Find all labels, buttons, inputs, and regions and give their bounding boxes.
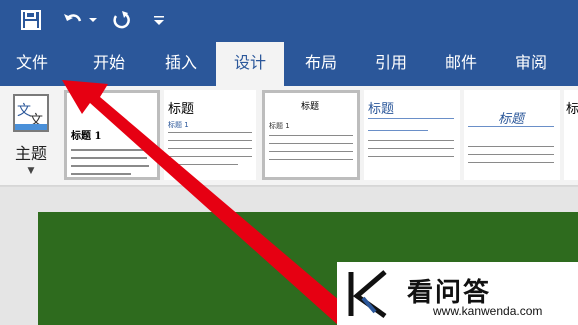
text-line	[368, 156, 454, 157]
text-line	[168, 148, 252, 149]
text-line	[71, 173, 131, 175]
tab-mailings[interactable]: 邮件	[426, 42, 496, 86]
text-line	[468, 162, 554, 163]
save-icon[interactable]	[14, 4, 48, 36]
themes-icon: 文 文	[13, 94, 49, 132]
style-heading: 标题 1	[168, 121, 189, 129]
text-line	[269, 143, 353, 144]
text-line	[168, 140, 252, 141]
text-line	[168, 164, 238, 165]
kanwenda-logo-icon	[348, 270, 387, 319]
redo-icon[interactable]	[106, 4, 136, 36]
style-title: 标题 1	[71, 131, 102, 142]
text-line	[71, 165, 149, 167]
style-title: 标	[566, 102, 578, 117]
customize-icon[interactable]	[148, 4, 170, 36]
text-line	[71, 149, 151, 151]
undo-dropdown-icon[interactable]	[86, 4, 100, 36]
style-heading: 标题 1	[269, 122, 290, 130]
style-set-gallery: 标题 1 标题 标题 1 标题 标题 1 标题 标题 标	[64, 90, 578, 182]
watermark: 看问答 www.kanwenda.com	[337, 262, 578, 325]
chevron-down-icon: ▼	[27, 166, 35, 176]
style-set-item[interactable]: 标题 标题 1	[164, 90, 256, 180]
text-line	[468, 146, 554, 147]
tab-layout[interactable]: 布局	[286, 42, 356, 86]
text-line	[71, 157, 147, 159]
tab-design[interactable]: 设计	[216, 42, 284, 86]
text-line	[368, 118, 454, 119]
tab-home[interactable]: 开始	[74, 42, 144, 86]
style-title: 标题	[498, 112, 525, 127]
text-line	[368, 148, 454, 149]
style-set-item[interactable]: 标题 1	[64, 90, 160, 180]
watermark-url: www.kanwenda.com	[433, 304, 543, 318]
text-line	[168, 156, 252, 157]
text-line	[269, 135, 353, 136]
quick-access-toolbar	[0, 0, 578, 42]
text-line	[368, 130, 428, 131]
style-title: 标题	[168, 102, 195, 117]
style-set-item[interactable]: 标题	[464, 90, 560, 180]
ribbon-tabs: 文件 开始 插入 设计 布局 引用 邮件 审阅	[0, 42, 578, 86]
text-line	[468, 154, 554, 155]
themes-label: 主题	[14, 144, 47, 163]
themes-button[interactable]: 文 文 主题 ▼	[6, 92, 56, 180]
style-title: 标题	[368, 102, 395, 117]
text-line	[269, 159, 353, 160]
text-line	[269, 151, 353, 152]
tab-insert[interactable]: 插入	[146, 42, 216, 86]
style-title: 标题	[301, 102, 320, 112]
undo-icon[interactable]	[58, 4, 88, 36]
tab-review[interactable]: 审阅	[496, 42, 566, 86]
text-line	[168, 132, 252, 133]
style-set-item-selected[interactable]: 标题 标题 1	[262, 90, 360, 180]
style-set-item[interactable]: 标题	[364, 90, 460, 180]
tab-file[interactable]: 文件	[0, 42, 64, 86]
ribbon-design-panel: 文 文 主题 ▼ 标题 1 标题 标题 1 标题 标题 1 标题 标题 标	[0, 86, 578, 186]
style-set-item[interactable]: 标	[564, 90, 578, 180]
themes-icon-bar	[15, 124, 47, 130]
text-line	[368, 140, 454, 141]
text-line	[468, 126, 554, 127]
tab-references[interactable]: 引用	[356, 42, 426, 86]
